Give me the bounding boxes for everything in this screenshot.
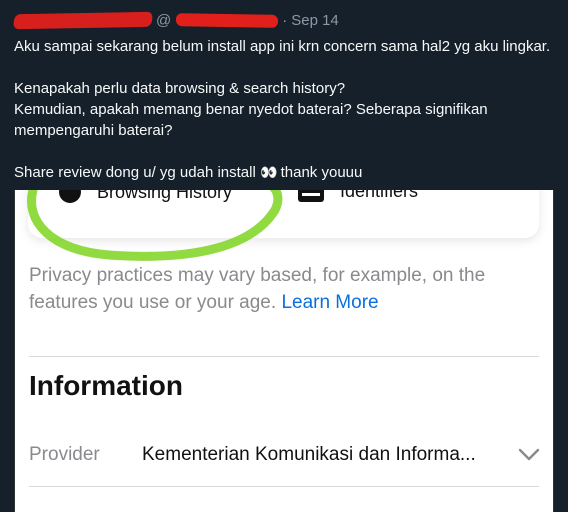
tweet-line: Share review dong u/ yg udah install 👀 t…	[14, 164, 363, 181]
tweet-line: Kenapakah perlu data browsing & search h…	[14, 80, 346, 97]
tweet-text: Aku sampai sekarang belum install app in…	[14, 36, 559, 183]
identifiers-item: Identifiers	[298, 190, 418, 202]
redacted-handle	[176, 12, 279, 28]
separator: ·	[282, 11, 288, 29]
tweet-line: Kemudian, apakah memang benar nyedot bat…	[14, 101, 488, 118]
divider	[29, 486, 539, 487]
provider-value: Kementerian Komunikasi dan Informa...	[142, 444, 476, 465]
handle-prefix: @	[156, 11, 172, 29]
information-heading: Information	[29, 370, 183, 401]
redacted-display-name	[12, 11, 154, 29]
provider-label: Provider	[29, 444, 100, 465]
chevron-down-icon[interactable]	[518, 448, 540, 462]
attached-screenshot[interactable]: Browsing History Identifiers Privacy pra…	[14, 190, 554, 512]
eyes-emoji: 👀	[260, 164, 277, 180]
green-highlight-circle	[27, 190, 283, 261]
learn-more-link[interactable]: Learn More	[281, 292, 378, 313]
identifiers-label: Identifiers	[340, 190, 419, 201]
identifiers-icon	[298, 190, 324, 202]
tweet: @ · Sep 14 Aku sampai sekarang belum ins…	[0, 0, 568, 512]
tweet-line: Aku sampai sekarang belum install app in…	[14, 38, 551, 55]
tweet-header: @ · Sep 14	[12, 9, 339, 31]
privacy-note: Privacy practices may vary based, for ex…	[29, 265, 486, 313]
divider	[29, 356, 539, 357]
tweet-line: mempengaruhi baterai?	[14, 122, 173, 139]
tweet-date[interactable]: Sep 14	[291, 12, 339, 29]
